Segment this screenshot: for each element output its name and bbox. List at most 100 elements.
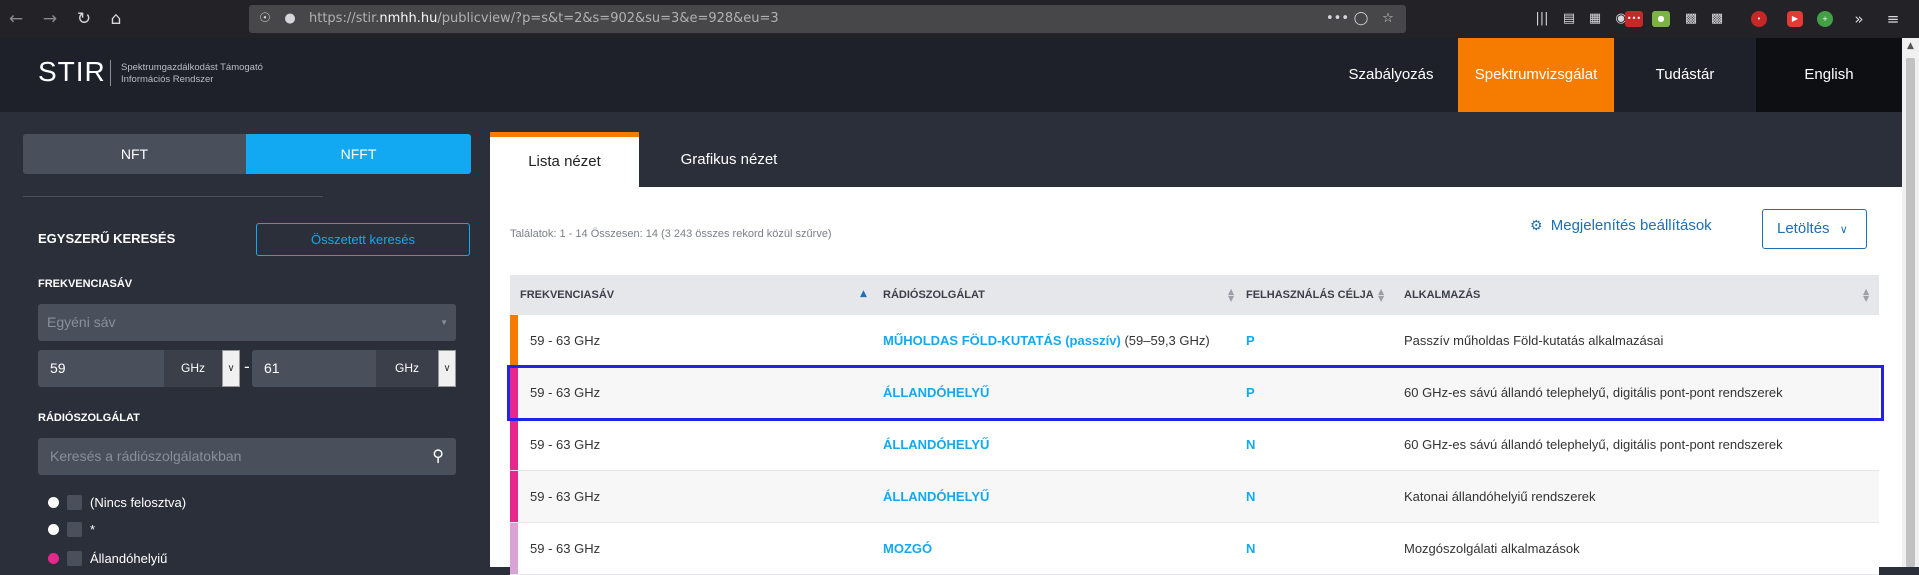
column-application[interactable]: ALKALMAZÁS	[1404, 275, 1480, 315]
container-icon[interactable]: ▦	[1585, 9, 1605, 29]
freq-to-unit-dropdown-icon[interactable]: ∨	[438, 350, 456, 387]
legend-label: Állandóhelyiű	[90, 551, 168, 566]
scrollbar-thumb[interactable]	[1906, 58, 1915, 567]
table-row[interactable]: 59 - 63 GHz ÁLLANDÓHELYŰ P 60 GHz-es sáv…	[510, 367, 1879, 419]
sidebar-icon[interactable]: ▤	[1559, 9, 1579, 29]
toggle-nfft[interactable]: NFFT	[246, 134, 471, 174]
freq-from-unit-dropdown-icon[interactable]: ∨	[222, 350, 240, 387]
legend-checkbox[interactable]	[67, 522, 82, 537]
logo-subtitle: Spektrumgazdálkodást Támogató Információ…	[121, 62, 263, 86]
legend-dot	[48, 553, 59, 564]
forward-arrow-icon[interactable]: →	[38, 7, 62, 31]
tab-list-view[interactable]: Lista nézet	[490, 132, 639, 187]
cell-application: 60 GHz-es sávú állandó telephelyű, digit…	[1404, 385, 1783, 400]
table-row[interactable]: 59 - 63 GHz ÁLLANDÓHELYŰ N 60 GHz-es sáv…	[510, 419, 1879, 471]
reload-icon[interactable]: ↻	[72, 7, 96, 31]
freq-to-input[interactable]: 61	[252, 350, 376, 387]
legend-dot	[48, 524, 59, 535]
caret-down-icon: ▼	[440, 318, 448, 327]
radio-service-search-placeholder: Keresés a rádiószolgálatokban	[50, 448, 242, 464]
freq-from-input[interactable]: 59	[38, 350, 164, 387]
extension-plus-icon[interactable]: +	[1817, 11, 1833, 27]
table-row[interactable]: 59 - 63 GHz MOZGÓ N Mozgószolgálati alka…	[510, 523, 1879, 575]
table-row[interactable]: 59 - 63 GHz MŰHOLDAS FÖLD-KUTATÁS (passz…	[510, 315, 1879, 367]
cell-use[interactable]: N	[1246, 419, 1255, 471]
table-row[interactable]: 59 - 63 GHz ÁLLANDÓHELYŰ N Katonai állan…	[510, 471, 1879, 523]
nav-item-regulation[interactable]: Szabályozás	[1326, 38, 1456, 112]
cell-service[interactable]: MŰHOLDAS FÖLD-KUTATÁS (passzív) (59–59,3…	[883, 315, 1210, 367]
extension-green-icon[interactable]: ●	[1652, 11, 1670, 27]
address-bar[interactable]: ☉ ● https://stir.nmhh.hu/publicview/?p=s…	[249, 5, 1406, 33]
tab-graphic-view[interactable]: Grafikus nézet	[639, 132, 819, 187]
cell-service[interactable]: ÁLLANDÓHELYŰ	[883, 471, 989, 523]
cell-application: 60 GHz-es sávú állandó telephelyű, digit…	[1404, 437, 1783, 452]
display-settings-link[interactable]: ⚙ Megjelenítés beállítások	[1530, 217, 1712, 234]
search-icon[interactable]: ⚲	[432, 438, 444, 475]
browser-toolbar: ← → ↻ ⌂ ☉ ● https://stir.nmhh.hu/publicv…	[0, 0, 1919, 38]
overflow-chevron-icon[interactable]: »	[1849, 9, 1869, 29]
ublock-icon[interactable]: •	[1751, 11, 1767, 27]
row-color-stripe	[510, 315, 518, 366]
cell-band: 59 - 63 GHz	[530, 333, 601, 348]
scroll-up-icon[interactable]: ▲	[1902, 38, 1919, 54]
service-link[interactable]: MŰHOLDAS FÖLD-KUTATÁS (passzív)	[883, 333, 1121, 348]
gear-icon: ⚙	[1530, 217, 1543, 233]
nav-item-english[interactable]: English	[1756, 38, 1902, 112]
sort-ascending-icon[interactable]: ▲	[860, 289, 867, 299]
grid-icon[interactable]: ▩	[1681, 9, 1701, 29]
cell-use[interactable]: P	[1246, 367, 1255, 419]
bookmark-star-icon[interactable]: ☆	[1378, 9, 1398, 29]
cell-application: Mozgószolgálati alkalmazások	[1404, 541, 1580, 556]
legend-checkbox[interactable]	[67, 495, 82, 510]
cell-use[interactable]: N	[1246, 471, 1255, 523]
ruler-icon[interactable]: ▩	[1707, 9, 1727, 29]
cell-application: Passzív műholdas Föld-kutatás alkalmazás…	[1404, 333, 1664, 348]
cell-service[interactable]: ÁLLANDÓHELYŰ	[883, 367, 989, 419]
column-usage-purpose[interactable]: FELHASZNÁLÁS CÉLJA	[1246, 275, 1374, 315]
library-icon[interactable]: |||	[1532, 9, 1552, 29]
site-logo[interactable]: STIR	[38, 56, 106, 88]
freq-to-unit: GHz	[376, 350, 438, 387]
sort-icon[interactable]: ▲ ▼	[1378, 288, 1384, 303]
page-scrollbar[interactable]: ▲	[1902, 38, 1919, 567]
url-text[interactable]: https://stir.nmhh.hu/publicview/?p=s&t=2…	[309, 5, 779, 33]
page-actions-icon[interactable]: •••	[1326, 9, 1349, 29]
extension-red-icon[interactable]: •••	[1625, 11, 1643, 27]
cell-band: 59 - 63 GHz	[530, 437, 601, 452]
cell-service[interactable]: MOZGÓ	[883, 523, 932, 575]
cell-use[interactable]: N	[1246, 523, 1255, 575]
table-header: FREKVENCIASÁV ▲ RÁDIÓSZOLGÁLAT ▲ ▼ FELHAS…	[510, 275, 1879, 315]
shield-icon[interactable]: ☉	[255, 9, 275, 29]
range-dash: -	[244, 357, 250, 376]
youtube-icon[interactable]: ▶	[1787, 11, 1803, 27]
sort-icon[interactable]: ▲ ▼	[1863, 288, 1869, 303]
nav-item-knowledge[interactable]: Tudástár	[1614, 38, 1756, 112]
site-header: STIR Spektrumgazdálkodást Támogató Infor…	[0, 38, 1902, 112]
toggle-nft[interactable]: NFT	[23, 134, 246, 174]
radio-service-search-input[interactable]: Keresés a rádiószolgálatokban ⚲	[38, 438, 456, 475]
menu-icon[interactable]: ≡	[1883, 9, 1903, 29]
download-button[interactable]: Letöltés ∨	[1762, 209, 1867, 249]
advanced-search-button[interactable]: Összetett keresés	[256, 223, 470, 256]
search-panel: NFT NFFT EGYSZERŰ KERESÉS Összetett kere…	[0, 112, 490, 567]
band-select-value: Egyéni sáv	[47, 314, 116, 330]
logo-separator	[110, 60, 111, 86]
chevron-down-icon: ∨	[1839, 224, 1848, 236]
nav-item-spectrum[interactable]: Spektrumvizsgálat	[1458, 38, 1614, 112]
results-panel: Találatok: 1 - 14 Összesen: 14 (3 243 ös…	[490, 187, 1902, 575]
home-icon[interactable]: ⌂	[104, 7, 128, 31]
cell-band: 59 - 63 GHz	[530, 489, 601, 504]
display-settings-label: Megjelenítés beállítások	[1550, 217, 1712, 234]
column-frequency-band[interactable]: FREKVENCIASÁV	[520, 275, 614, 315]
band-select[interactable]: Egyéni sáv ▼	[38, 304, 456, 341]
back-arrow-icon[interactable]: ←	[4, 7, 28, 31]
pocket-icon[interactable]: ◯	[1351, 9, 1371, 29]
column-radio-service[interactable]: RÁDIÓSZOLGÁLAT	[883, 275, 985, 315]
cell-service[interactable]: ÁLLANDÓHELYŰ	[883, 419, 989, 471]
lock-icon[interactable]: ●	[280, 9, 300, 29]
legend-checkbox[interactable]	[67, 551, 82, 566]
sort-icon[interactable]: ▲ ▼	[1228, 288, 1234, 303]
cell-use[interactable]: P	[1246, 315, 1255, 367]
cell-application: Katonai állandóhelyiű rendszerek	[1404, 489, 1596, 504]
cell-band: 59 - 63 GHz	[530, 541, 601, 556]
